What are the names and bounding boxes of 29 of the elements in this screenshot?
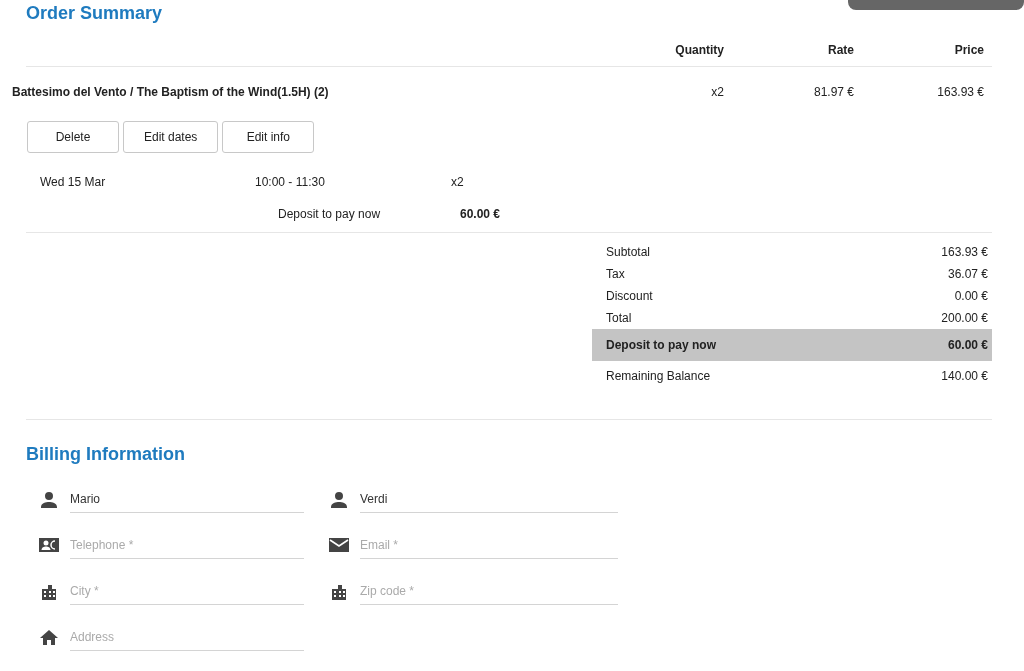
quantity-cell: x2: [711, 85, 724, 99]
total-value: 200.00 €: [941, 311, 988, 325]
booking-quantity: x2: [451, 175, 465, 189]
total-value: 60.00 €: [947, 338, 988, 352]
total-value: 163.93 €: [941, 245, 988, 259]
action-button[interactable]: Edit dates: [123, 121, 219, 153]
rate-cell: 81.97 €: [813, 85, 854, 99]
action-button[interactable]: Edit info: [222, 121, 315, 153]
total-label: Deposit to pay now: [606, 338, 716, 352]
item-name: Battesimo del Vento / The Baptism of the Wind(1.5H) (2): [12, 85, 330, 99]
total-label: Remaining Balance: [606, 369, 711, 383]
column-header: Quantity: [675, 43, 724, 57]
total-label: Subtotal: [606, 245, 651, 259]
deposit-label: Deposit to pay now: [278, 207, 382, 221]
column-header: Price: [954, 43, 984, 57]
column-header: Rate: [828, 43, 854, 57]
booking-time: 10:00 - 11:30: [255, 175, 326, 189]
booking-date: Wed 15 Mar: [40, 175, 107, 189]
total-label: Discount: [606, 289, 653, 303]
action-button[interactable]: Delete: [27, 121, 119, 153]
section-title: Billing Information: [25, 443, 185, 465]
total-value: 36.07 €: [947, 267, 988, 281]
deposit-value: 60.00 €: [460, 207, 502, 221]
price-cell: 163.93 €: [937, 85, 984, 99]
total-label: Tax: [606, 267, 625, 281]
total-value: 140.00 €: [941, 369, 988, 383]
section-title: Order Summary: [25, 2, 163, 24]
total-label: Total: [606, 311, 632, 325]
total-value: 0.00 €: [954, 289, 988, 303]
